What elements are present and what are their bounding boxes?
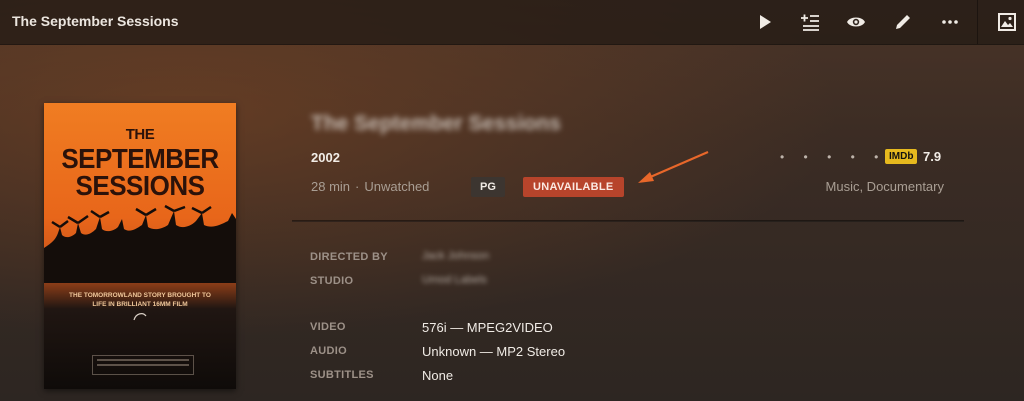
directed-by-label: DIRECTED BY [310,251,388,263]
poster-image[interactable]: THE SEPTEMBER SESSIONS THE TOMORROWLAND … [44,103,236,389]
top-bar: The September Sessions [0,0,1024,45]
poster-title-main: SEPTEMBER SESSIONS [61,142,219,202]
studio-label: STUDIO [310,275,354,287]
audio-value: Unknown — MP2 Stereo [422,344,566,359]
meta-line: 28 min · Unwatched [311,179,429,194]
annotation-arrow-icon [638,150,709,183]
imdb-score: 7.9 [923,149,942,164]
user-rating-dots[interactable]: • • • • • [780,150,886,164]
page-title: The September Sessions [12,13,179,29]
moon-icon [133,313,147,321]
video-label: VIDEO [310,321,346,333]
palm-trees-silhouette [44,204,236,283]
poster-title-top: THE [125,126,155,143]
audio-label: AUDIO [310,345,347,357]
eye-icon[interactable] [846,12,866,32]
subtitles-label: SUBTITLES [310,369,374,381]
image-icon[interactable] [997,12,1017,32]
imdb-logo-icon: IMDb [885,149,918,164]
edit-pencil-icon[interactable] [893,12,913,32]
toolbar-divider [977,0,978,44]
subtitles-value: None [422,368,454,383]
watch-status: Unwatched [364,179,430,194]
video-value: 576i — MPEG2VIDEO [422,320,553,335]
meta-separator: · [355,179,360,194]
section-divider [292,220,964,222]
add-to-queue-icon[interactable] [800,12,820,32]
movie-title: The September Sessions [311,112,561,135]
play-icon[interactable] [755,12,775,32]
studio-value[interactable]: Umod Labels [422,274,487,286]
poster-tagline: THE TOMORROWLAND STORY BROUGHT TO LIFE I… [69,292,211,308]
content-rating-badge: PG [471,177,505,197]
duration: 28 min [311,179,351,194]
directed-by-value[interactable]: Jack Johnson [422,250,489,262]
release-year: 2002 [311,150,340,165]
poster-credits-block [92,355,194,375]
more-dots-icon[interactable] [940,12,960,32]
genres: Music, Documentary [825,179,944,194]
availability-badge: UNAVAILABLE [523,177,624,197]
